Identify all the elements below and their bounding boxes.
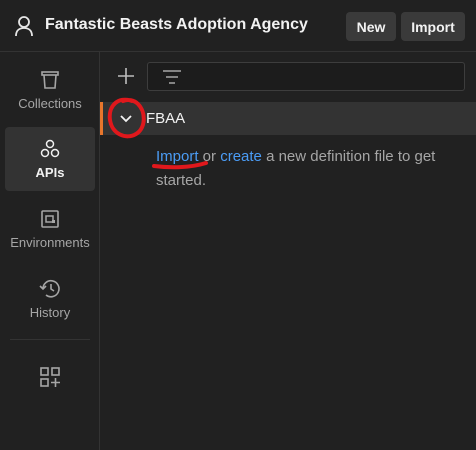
filter-icon [163,70,181,84]
sidebar-divider [10,339,90,340]
sidebar-item-label: APIs [35,164,65,180]
new-button[interactable]: New [346,12,396,41]
chevron-down-icon[interactable] [118,111,134,127]
workspace-title: Fantastic Beasts Adoption Agency [45,16,308,33]
import-button[interactable]: Import [401,12,465,41]
api-name: FBAA [146,110,186,127]
sidebar-item-apis[interactable]: APIs [5,127,95,191]
sidebar-item-label: Environments [10,234,90,250]
api-list-item[interactable]: FBAA [100,102,476,135]
plus-icon[interactable] [116,66,136,86]
history-icon [39,279,60,298]
filter-input[interactable] [147,62,465,91]
sidebar: Collections APIs Environments History [0,52,100,450]
selection-indicator [100,102,103,135]
apis-icon [40,139,60,157]
sidebar-item-label: Collections [18,95,82,111]
import-link[interactable]: Import [156,148,199,165]
sidebar-item-history[interactable]: History [5,267,95,331]
add-tile-icon[interactable] [38,365,62,389]
person-icon [15,16,33,37]
apis-toolbar [100,52,476,100]
or-text: or [198,148,221,165]
sidebar-item-label: History [29,304,71,320]
sidebar-item-collections[interactable]: Collections [5,58,95,122]
apis-panel: FBAA Import or create a new definition f… [100,52,476,450]
sidebar-item-environments[interactable]: Environments [5,197,95,261]
app-window: Fantastic Beasts Adoption Agency New Imp… [0,0,476,450]
create-link[interactable]: create [220,148,262,165]
empty-state-message: Import or create a new definition file t… [156,145,456,193]
workspace-header: Fantastic Beasts Adoption Agency New Imp… [0,0,476,52]
trash-can-icon [41,70,59,89]
environment-icon [41,209,59,228]
